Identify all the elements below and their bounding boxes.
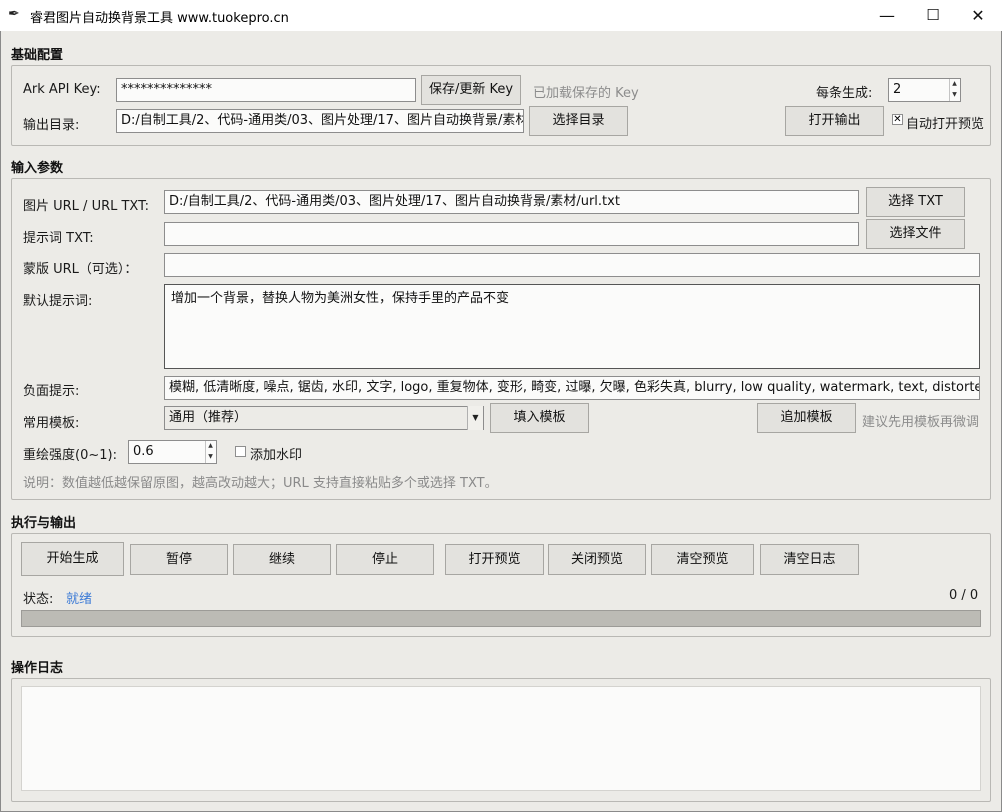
spin-up-icon[interactable]: ▲: [206, 441, 215, 452]
choose-file-button[interactable]: 选择文件: [866, 219, 965, 249]
key-status-text: 已加载保存的 Key: [533, 86, 639, 101]
input-note: 说明：数值越低越保留原图，越高改动越大；URL 支持直接粘贴多个或选择 TXT。: [23, 476, 498, 491]
start-button[interactable]: 开始生成: [21, 542, 124, 576]
template-hint: 建议先用模板再微调: [862, 415, 980, 430]
close-button[interactable]: ✕: [955, 0, 1001, 31]
spin-down-icon[interactable]: ▼: [950, 90, 959, 101]
progress-counter: 0 / 0: [949, 588, 979, 603]
close-preview-button[interactable]: 关闭预览: [548, 544, 646, 575]
minimize-button[interactable]: —: [864, 0, 910, 31]
exec-section-title: 执行与输出: [11, 516, 77, 531]
basic-section-title: 基础配置: [11, 48, 64, 63]
status-value: 就绪: [66, 592, 93, 607]
spin-up-icon[interactable]: ▲: [950, 79, 959, 90]
negative-prompt-input[interactable]: 模糊, 低清晰度, 噪点, 锯齿, 水印, 文字, logo, 重复物体, 变形…: [164, 376, 980, 400]
feather-icon: ✒: [8, 6, 20, 22]
append-template-button[interactable]: 追加模板: [757, 403, 856, 433]
watermark-checkbox[interactable]: [235, 446, 246, 457]
template-label: 常用模板:: [23, 416, 80, 431]
template-select[interactable]: 通用（推荐）: [164, 406, 484, 430]
strength-spin-arrows[interactable]: ▲ ▼: [205, 441, 215, 463]
url-label: 图片 URL / URL TXT:: [23, 199, 150, 214]
log-section-title: 操作日志: [11, 661, 64, 676]
clear-preview-button[interactable]: 清空预览: [651, 544, 754, 575]
save-key-button[interactable]: 保存/更新 Key: [421, 75, 521, 105]
watermark-label: 添加水印: [250, 448, 303, 463]
status-label: 状态:: [23, 592, 54, 607]
strength-spinbox[interactable]: 0.6: [128, 440, 217, 464]
maximize-button[interactable]: ☐: [910, 0, 956, 31]
chevron-down-icon[interactable]: ▼: [467, 406, 483, 430]
log-textarea[interactable]: [21, 686, 981, 791]
mask-url-label: 蒙版 URL（可选）：: [23, 262, 138, 277]
input-section-title: 输入参数: [11, 161, 64, 176]
prompt-txt-label: 提示词 TXT:: [23, 231, 94, 246]
resume-button[interactable]: 继续: [233, 544, 331, 575]
api-key-input[interactable]: **************: [116, 78, 416, 102]
open-preview-button[interactable]: 打开预览: [445, 544, 544, 575]
negative-prompt-label: 负面提示:: [23, 384, 80, 399]
template-select-value: 通用（推荐）: [169, 410, 248, 425]
pause-button[interactable]: 暂停: [130, 544, 228, 575]
api-key-label: Ark API Key:: [23, 82, 101, 97]
stop-button[interactable]: 停止: [336, 544, 434, 575]
progress-bar: [21, 610, 981, 627]
choose-dir-button[interactable]: 选择目录: [529, 106, 628, 136]
auto-preview-checkbox[interactable]: ✕: [892, 114, 903, 125]
choose-txt-button[interactable]: 选择 TXT: [866, 187, 965, 217]
mask-url-input[interactable]: [164, 253, 980, 277]
clear-log-button[interactable]: 清空日志: [760, 544, 859, 575]
strength-value: 0.6: [133, 444, 154, 459]
per-item-value: 2: [893, 82, 902, 97]
per-item-spin-arrows[interactable]: ▲ ▼: [949, 79, 959, 101]
default-prompt-textarea[interactable]: 增加一个背景，替换人物为美洲女性，保持手里的产品不变: [164, 284, 980, 369]
strength-label: 重绘强度(0~1):: [23, 448, 117, 463]
image-url-input[interactable]: D:/自制工具/2、代码-通用类/03、图片处理/17、图片自动换背景/素材/u…: [164, 190, 859, 214]
per-item-label: 每条生成:: [816, 86, 873, 101]
fill-template-button[interactable]: 填入模板: [490, 403, 589, 433]
spin-down-icon[interactable]: ▼: [206, 452, 215, 463]
prompt-txt-input[interactable]: [164, 222, 859, 246]
window-title: 睿君图片自动换背景工具 www.tuokepro.cn: [30, 11, 289, 26]
open-output-button[interactable]: 打开输出: [785, 106, 884, 136]
output-dir-label: 输出目录:: [23, 118, 80, 133]
auto-preview-label: 自动打开预览: [906, 117, 985, 132]
output-dir-input[interactable]: D:/自制工具/2、代码-通用类/03、图片处理/17、图片自动换背景/素材: [116, 109, 524, 133]
default-prompt-label: 默认提示词:: [23, 294, 93, 309]
